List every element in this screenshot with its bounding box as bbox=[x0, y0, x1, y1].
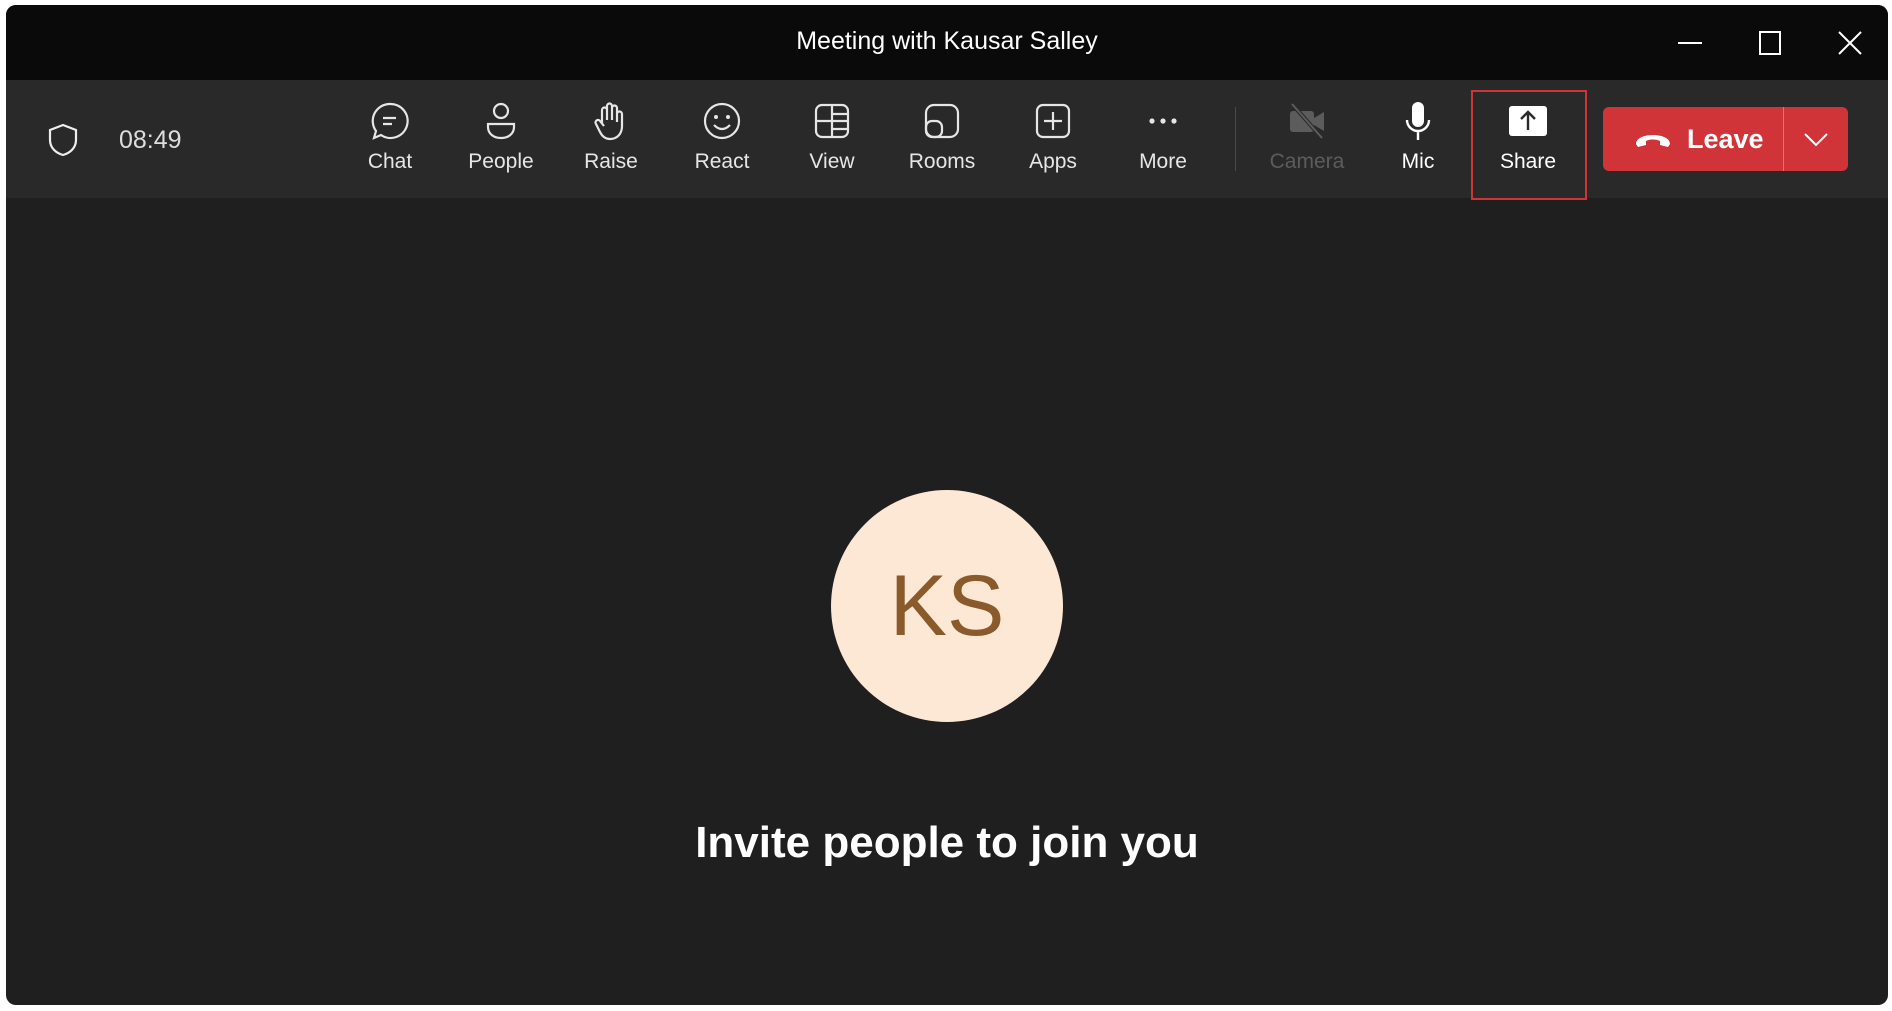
title-bar: Meeting with Kausar Salley bbox=[6, 5, 1888, 80]
meeting-toolbar: 08:49 Chat People Raise React View Rooms… bbox=[6, 80, 1888, 198]
camera-off-icon bbox=[1286, 100, 1328, 142]
leave-label: Leave bbox=[1687, 124, 1764, 155]
share-label: Share bbox=[1500, 150, 1556, 174]
chat-button[interactable]: Chat bbox=[340, 90, 440, 190]
hand-icon bbox=[590, 100, 632, 142]
close-icon bbox=[1836, 29, 1864, 57]
rooms-label: Rooms bbox=[909, 150, 976, 174]
raise-label: Raise bbox=[584, 150, 638, 174]
minimize-icon bbox=[1676, 29, 1704, 57]
leave-options-button[interactable] bbox=[1784, 107, 1848, 171]
people-button[interactable]: People bbox=[451, 90, 551, 190]
leave-button-group: Leave bbox=[1603, 107, 1848, 171]
rooms-button[interactable]: Rooms bbox=[892, 90, 992, 190]
apps-label: Apps bbox=[1029, 150, 1077, 174]
minimize-button[interactable] bbox=[1664, 17, 1716, 69]
chevron-down-icon bbox=[1803, 131, 1829, 147]
more-button[interactable]: More bbox=[1113, 90, 1213, 190]
camera-button[interactable]: Camera bbox=[1257, 90, 1357, 190]
chat-label: Chat bbox=[368, 150, 412, 174]
meeting-window: Meeting with Kausar Salley 08:49 Chat Pe… bbox=[6, 5, 1888, 1005]
apps-icon bbox=[1032, 100, 1074, 142]
maximize-icon bbox=[1756, 29, 1784, 57]
view-label: View bbox=[809, 150, 854, 174]
leave-button[interactable]: Leave bbox=[1603, 107, 1783, 171]
react-label: React bbox=[695, 150, 750, 174]
view-icon bbox=[811, 100, 853, 142]
rooms-icon bbox=[921, 100, 963, 142]
people-icon bbox=[480, 100, 522, 142]
camera-label: Camera bbox=[1270, 150, 1345, 174]
close-button[interactable] bbox=[1824, 17, 1876, 69]
react-button[interactable]: React bbox=[672, 90, 772, 190]
invite-prompt: Invite people to join you bbox=[6, 818, 1888, 868]
mic-label: Mic bbox=[1402, 150, 1435, 174]
apps-button[interactable]: Apps bbox=[1003, 90, 1103, 190]
mic-icon bbox=[1397, 100, 1439, 142]
meeting-stage: KS Invite people to join you bbox=[6, 198, 1888, 1005]
maximize-button[interactable] bbox=[1744, 17, 1796, 69]
people-label: People bbox=[468, 150, 533, 174]
toolbar-divider bbox=[1235, 107, 1236, 171]
hang-up-icon bbox=[1633, 129, 1673, 149]
share-icon bbox=[1507, 100, 1549, 142]
avatar: KS bbox=[831, 490, 1063, 722]
more-icon bbox=[1142, 100, 1184, 142]
smile-icon bbox=[701, 100, 743, 142]
window-title: Meeting with Kausar Salley bbox=[6, 27, 1888, 56]
mic-button[interactable]: Mic bbox=[1368, 90, 1468, 190]
more-label: More bbox=[1139, 150, 1187, 174]
share-button[interactable]: Share bbox=[1478, 90, 1578, 190]
meeting-timer: 08:49 bbox=[119, 126, 182, 155]
shield-icon bbox=[48, 123, 78, 157]
chat-icon bbox=[369, 100, 411, 142]
raise-hand-button[interactable]: Raise bbox=[561, 90, 661, 190]
view-button[interactable]: View bbox=[782, 90, 882, 190]
